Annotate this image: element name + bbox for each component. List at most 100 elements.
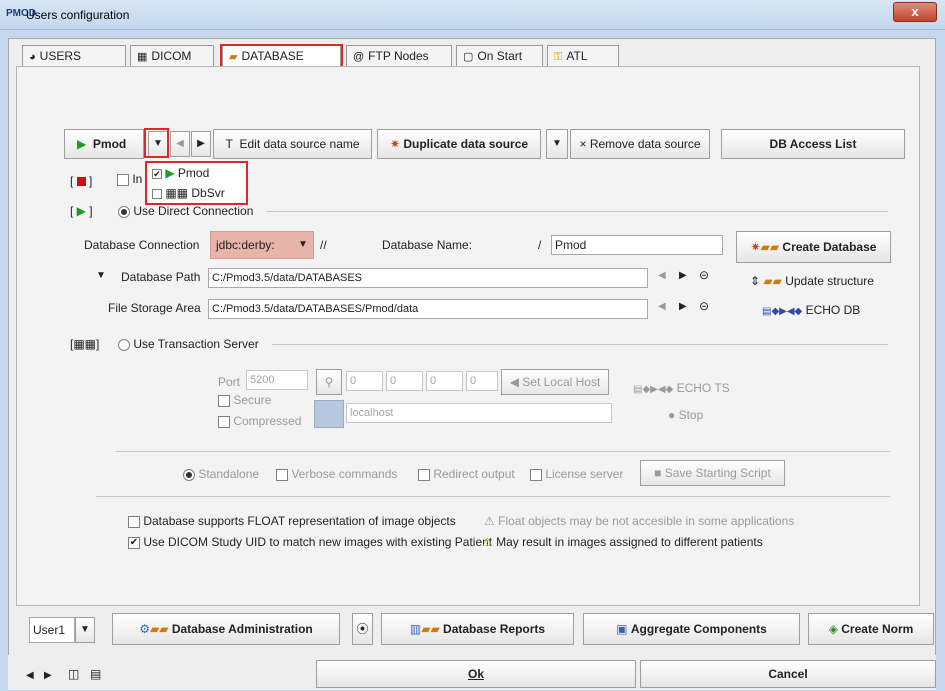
dropdown-item-dbsvr[interactable]: ▦▦ DbSvr <box>152 186 225 200</box>
checkbox[interactable] <box>530 468 542 481</box>
user-select[interactable]: User1 <box>29 617 75 643</box>
radio-button[interactable] <box>118 205 130 218</box>
port-input[interactable]: 5200 <box>246 370 308 390</box>
secure-checkbox[interactable]: Secure <box>218 393 271 407</box>
chevron-down-icon: ▼ <box>80 624 90 635</box>
access-list-button[interactable]: DB Access List <box>721 129 905 159</box>
uid-warning: ⚠ May result in images assigned to diffe… <box>482 535 763 549</box>
ip-octet-2[interactable]: 0 <box>386 371 423 391</box>
checkbox[interactable] <box>218 415 230 428</box>
echo-db-button[interactable]: ▤◆▶◀◆ ECHO DB <box>762 303 860 317</box>
admin-icon: ⚙ <box>139 622 151 636</box>
remove-button[interactable]: × Remove data source <box>570 129 710 159</box>
chevron-left-icon[interactable]: ◀ <box>26 670 34 681</box>
in-checkbox[interactable]: In <box>117 172 142 186</box>
connection-select[interactable]: jdbc:derby: ▼ <box>210 231 314 259</box>
storage-label: File Storage Area <box>108 301 201 315</box>
tab-dicom[interactable]: ▦ DICOM <box>130 45 214 67</box>
ok-button[interactable]: Ok <box>316 660 636 688</box>
chevron-right-icon[interactable]: ▶ <box>679 301 687 312</box>
chevron-left-icon[interactable]: ◀ <box>658 301 666 312</box>
checkbox[interactable] <box>276 468 288 481</box>
text-icon: T <box>225 137 233 151</box>
stop-button[interactable]: ● Stop <box>668 408 703 422</box>
standalone-label: Standalone <box>198 467 260 481</box>
checkbox[interactable] <box>117 173 129 186</box>
storage-area-input[interactable]: C:/Pmod3.5/data/DATABASES/Pmod/data <box>208 299 648 319</box>
close-button[interactable]: x <box>893 2 937 22</box>
edit-name-button[interactable]: T Edit data source name <box>213 129 372 159</box>
save-script-button[interactable]: ■ Save Starting Script <box>640 460 785 486</box>
db-name-input[interactable]: Pmod <box>551 235 723 255</box>
aggregate-components-button[interactable]: ▣ Aggregate Components <box>583 613 800 645</box>
cancel-button[interactable]: Cancel <box>640 660 936 688</box>
browse-icon[interactable]: ⊝ <box>699 268 709 282</box>
duplicate-dropdown-button[interactable]: ▼ <box>546 129 568 159</box>
tab-ftp-nodes[interactable]: @ FTP Nodes <box>346 45 452 67</box>
redirect-checkbox[interactable]: Redirect output <box>418 467 515 481</box>
database-icon: ▰▰ <box>150 622 169 636</box>
float-checkbox[interactable]: Database supports FLOAT representation o… <box>128 514 456 528</box>
prev-source-button[interactable]: ◀ <box>170 131 190 157</box>
compressed-checkbox[interactable]: Compressed <box>218 414 301 428</box>
license-checkbox[interactable]: License server <box>530 467 623 481</box>
window-icon: ▢ <box>463 51 474 63</box>
network-button[interactable]: ⚲ <box>316 369 342 395</box>
data-source-dropdown-menu: ✔ ▶ Pmod ▦▦ DbSvr <box>145 161 248 205</box>
tab-users[interactable]: ◕ USERS <box>22 45 126 67</box>
database-path-input[interactable]: C:/Pmod3.5/data/DATABASES <box>208 268 648 288</box>
radio-button[interactable] <box>183 468 195 481</box>
data-source-button[interactable]: ▶ Pmod <box>64 129 144 159</box>
transaction-radio[interactable]: Use Transaction Server <box>118 337 259 351</box>
chevron-right-icon[interactable]: ▶ <box>44 670 52 681</box>
tab-on-start[interactable]: ▢ On Start <box>456 45 543 67</box>
set-local-host-button[interactable]: ◀ Set Local Host <box>501 369 609 395</box>
checkbox[interactable]: ✔ <box>128 536 140 549</box>
echo-ts-button[interactable]: ▤◆▶◀◆ ECHO TS <box>633 381 730 395</box>
redirect-label: Redirect output <box>433 467 515 481</box>
database-admin-button[interactable]: ⚙▰▰ Database Administration <box>112 613 340 645</box>
host-input[interactable]: localhost <box>346 403 612 423</box>
play-icon: ▶ <box>165 166 175 180</box>
ip-octet-1[interactable]: 0 <box>346 371 383 391</box>
checkbox[interactable] <box>418 468 430 481</box>
checkbox[interactable]: ✔ <box>152 168 162 179</box>
standalone-radio[interactable]: Standalone <box>183 467 259 481</box>
play-icon: ▶ <box>76 204 86 218</box>
dropdown-item-pmod[interactable]: ✔ ▶ Pmod <box>152 166 209 180</box>
save-icon: ■ <box>654 466 662 480</box>
ip-octet-4[interactable]: 0 <box>466 371 498 391</box>
checkbox[interactable] <box>152 188 162 199</box>
play-button[interactable]: ⦿ <box>352 613 373 645</box>
chevron-right-icon[interactable]: ▶ <box>679 270 687 281</box>
verbose-checkbox[interactable]: Verbose commands <box>276 467 397 481</box>
status-indicator: [ ] <box>70 174 93 188</box>
database-reports-button[interactable]: ▥▰▰ Database Reports <box>381 613 574 645</box>
radio-button[interactable] <box>118 338 130 351</box>
update-structure-button[interactable]: ⇕ ▰▰ Update structure <box>750 274 874 288</box>
separator <box>96 496 890 497</box>
create-database-button[interactable]: ✷▰▰ Create Database <box>736 231 891 263</box>
direct-radio[interactable]: Use Direct Connection <box>118 204 253 218</box>
create-norm-button[interactable]: ◈ Create Norm <box>808 613 934 645</box>
window-toggle-icon[interactable]: ◫ <box>68 667 79 681</box>
test-connection-icon: ▤◆▶◀◆ <box>633 384 674 395</box>
chevron-down-icon[interactable]: ▼ <box>96 270 106 281</box>
browse-icon[interactable]: ⊝ <box>699 299 709 313</box>
port-label: Port <box>218 375 241 389</box>
next-source-button[interactable]: ▶ <box>191 131 211 157</box>
ip-octet-3[interactable]: 0 <box>426 371 463 391</box>
circle-play-icon: ⦿ <box>356 622 369 636</box>
uid-checkbox[interactable]: ✔ Use DICOM Study UID to match new image… <box>128 535 492 549</box>
chevron-left-icon[interactable]: ◀ <box>658 270 666 281</box>
host-icon[interactable] <box>314 400 344 428</box>
dropdown-item-label: Pmod <box>177 166 210 180</box>
checkbox[interactable] <box>128 515 140 528</box>
tab-atl[interactable]: ⚿ ATL <box>547 45 619 67</box>
duplicate-button[interactable]: ✷ Duplicate data source <box>377 129 541 159</box>
remove-icon: × <box>579 137 587 151</box>
user-dropdown-button[interactable]: ▼ <box>75 617 95 643</box>
document-icon[interactable]: ▤ <box>90 667 101 681</box>
stop-icon <box>76 177 86 187</box>
checkbox[interactable] <box>218 394 230 407</box>
